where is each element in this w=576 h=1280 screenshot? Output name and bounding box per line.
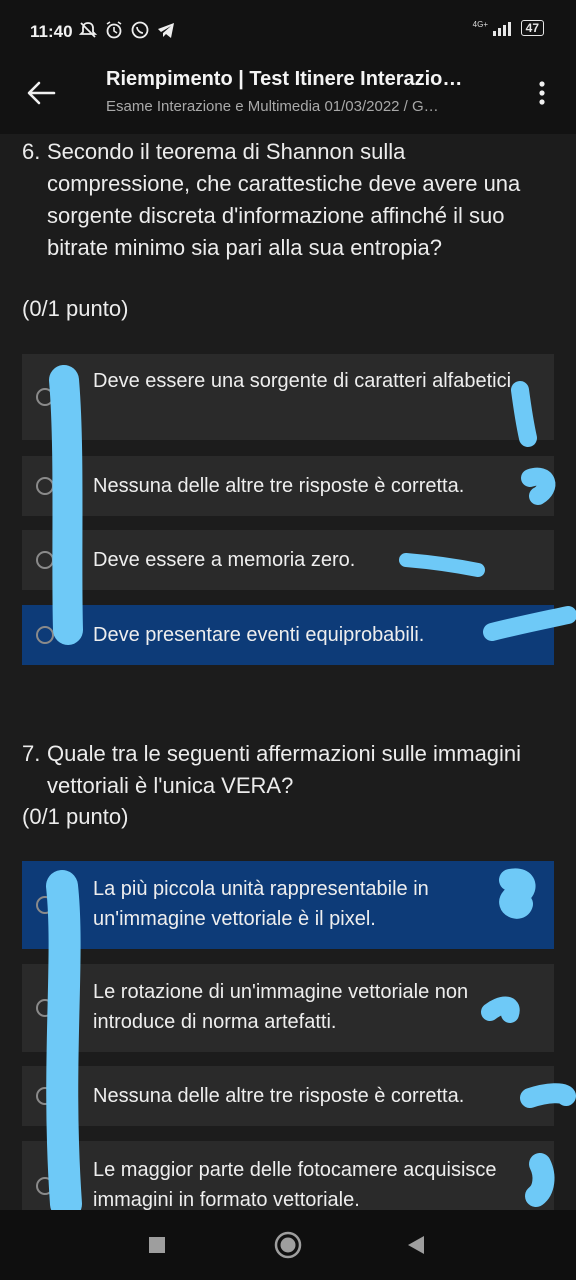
radio-button[interactable] [36, 626, 54, 644]
page-subtitle: Esame Interazione e Multimedia 01/03/202… [106, 98, 439, 115]
question-text: Secondo il teorema di Shannon sulla comp… [47, 139, 521, 260]
radio-button[interactable] [36, 1087, 54, 1105]
battery-icon: 47 [520, 20, 544, 36]
status-time: 11:40 [30, 22, 73, 41]
answer-label: Deve essere una sorgente di caratteri al… [93, 370, 517, 392]
recents-button-icon[interactable] [148, 1236, 166, 1254]
answer-label: Deve presentare eventi equiprobabili. [93, 624, 425, 646]
radio-button[interactable] [36, 477, 54, 495]
question-6: 6. Secondo il teorema di Shannon sulla c… [22, 136, 552, 264]
radio-button[interactable] [36, 388, 54, 406]
answer-option[interactable]: Le maggior parte delle fotocamere acquis… [22, 1141, 554, 1210]
answer-option-selected[interactable]: La più piccola unità rappresentabile in … [22, 861, 554, 949]
answer-option[interactable]: Deve essere una sorgente di caratteri al… [22, 354, 554, 440]
app-bar: Riempimento | Test Itinere Interazio… Es… [0, 62, 576, 134]
mute-icon [78, 22, 98, 38]
whatsapp-icon [131, 21, 149, 39]
answer-option[interactable]: Nessuna delle altre tre risposte è corre… [22, 456, 554, 516]
answer-label: Le rotazione di un'immagine vettoriale n… [93, 981, 469, 1033]
radio-button[interactable] [36, 896, 54, 914]
radio-button[interactable] [36, 551, 54, 569]
answer-label: Nessuna delle altre tre risposte è corre… [93, 475, 465, 497]
answer-label: La più piccola unità rappresentabile in … [93, 878, 429, 930]
status-notification-icons [78, 20, 176, 40]
question-text: Quale tra le seguenti affermazioni sulle… [47, 741, 522, 798]
more-options-icon[interactable] [530, 78, 554, 108]
alarm-icon [106, 21, 122, 39]
home-button-icon[interactable] [274, 1231, 302, 1259]
system-navigation-bar [0, 1210, 576, 1280]
question-7: 7. Quale tra le seguenti affermazioni su… [22, 738, 552, 802]
answer-label: Le maggior parte delle fotocamere acquis… [93, 1159, 497, 1210]
signal-icon [492, 20, 511, 36]
answer-option[interactable]: Le rotazione di un'immagine vettoriale n… [22, 964, 554, 1052]
network-type: 4G+ [472, 20, 488, 29]
question-number: 6. [22, 139, 41, 164]
answer-option[interactable]: Deve essere a memoria zero. [22, 530, 554, 590]
answer-label: Nessuna delle altre tre risposte è corre… [93, 1085, 465, 1107]
radio-button[interactable] [36, 999, 54, 1017]
quiz-content[interactable]: 6. Secondo il teorema di Shannon sulla c… [0, 134, 576, 1210]
status-bar: 11:40 4G+ 47 [0, 0, 576, 62]
telegram-icon [158, 23, 174, 38]
back-arrow-icon[interactable] [24, 76, 58, 110]
page-title: Riempimento | Test Itinere Interazio… [106, 68, 463, 90]
back-button-icon[interactable] [406, 1235, 426, 1255]
answer-label: Deve essere a memoria zero. [93, 549, 356, 571]
question-points: (0/1 punto) [22, 296, 129, 321]
answer-option[interactable]: Nessuna delle altre tre risposte è corre… [22, 1066, 554, 1126]
answer-option-selected[interactable]: Deve presentare eventi equiprobabili. [22, 605, 554, 665]
radio-button[interactable] [36, 1177, 54, 1195]
question-points: (0/1 punto) [22, 804, 129, 829]
question-number: 7. [22, 741, 41, 766]
